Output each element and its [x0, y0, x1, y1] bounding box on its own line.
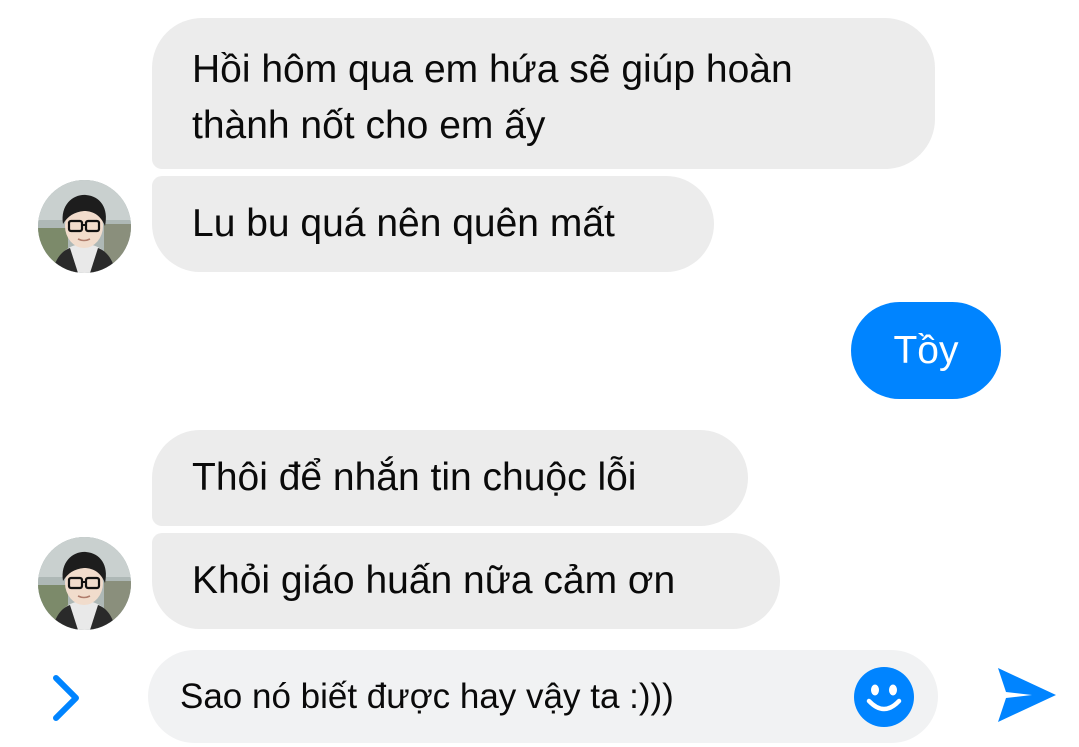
- chat-screen: Hồi hôm qua em hứa sẽ giúp hoàn thành nố…: [0, 0, 1079, 747]
- message-bubble-incoming[interactable]: Khỏi giáo huấn nữa cảm ơn: [152, 533, 780, 629]
- message-bubble-outgoing[interactable]: Tồy: [851, 302, 1001, 399]
- smiley-icon[interactable]: [854, 667, 914, 727]
- send-icon[interactable]: [994, 662, 1060, 728]
- avatar[interactable]: [38, 537, 131, 630]
- message-text-line: thành nốt cho em ấy: [192, 104, 546, 147]
- chevron-right-icon[interactable]: [40, 670, 90, 726]
- message-text: Thôi để nhắn tin chuộc lỗi: [192, 456, 637, 499]
- message-text: Lu bu quá nên quên mất: [192, 202, 615, 245]
- message-bubble-incoming[interactable]: Hồi hôm qua em hứa sẽ giúp hoàn thành nố…: [152, 18, 935, 169]
- message-text: Khỏi giáo huấn nữa cảm ơn: [192, 559, 676, 602]
- message-bubble-incoming[interactable]: Lu bu quá nên quên mất: [152, 176, 714, 272]
- message-text-line: Hồi hôm qua em hứa sẽ giúp hoàn: [192, 48, 793, 91]
- message-input[interactable]: Sao nó biết được hay vậy ta :))): [148, 650, 938, 743]
- message-text: Tồy: [893, 328, 959, 372]
- message-bubble-incoming[interactable]: Thôi để nhắn tin chuộc lỗi: [152, 430, 748, 526]
- avatar[interactable]: [38, 180, 131, 273]
- message-input-text[interactable]: Sao nó biết được hay vậy ta :))): [180, 650, 674, 743]
